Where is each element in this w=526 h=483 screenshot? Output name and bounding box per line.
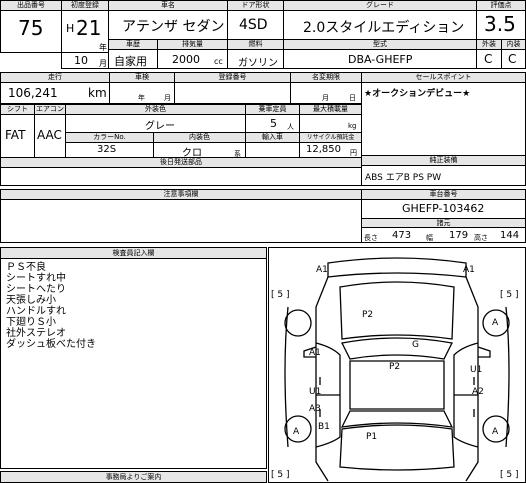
displacement-unit: cc [214,57,223,66]
model: DBA-GHEFP [348,53,413,66]
inspection-year-unit: 年 [138,94,145,102]
mark-a2-right: A2 [472,387,484,397]
later-parts-cell [0,167,362,186]
windshield [341,337,453,360]
name-change-month-unit: 月 [322,94,329,102]
selling-point: ★オークションデビュー★ [364,89,471,99]
wheel-front-left [284,309,312,337]
inspector-note: ダッシュ板べた付き [6,339,96,350]
ext-color: グレー [145,121,175,132]
reg-no-cell [174,82,291,104]
capacity: 5 [270,117,277,130]
width: 179 [449,230,469,241]
inspection-month-unit: 月 [164,94,171,102]
door: 4SD [239,17,268,33]
width-label: 幅 [426,234,433,242]
mileage-unit: km [88,86,107,100]
mark-a-right-rear: A [492,427,499,437]
inspector-note: ハンドルすれ [6,306,66,317]
inspector-note: 天張しみ小 [6,295,56,306]
score: 3.5 [484,12,516,36]
front-bumper [327,257,467,278]
mark-a-left-rear: A [293,427,300,437]
grade: 2.0スタイルエディション [303,20,465,36]
hood-outline [339,281,455,340]
inspector-note: シートすれ中 [6,273,66,284]
color-no: 32S [97,144,117,155]
first-reg-year: 21 [76,16,102,40]
first-reg-month: 10 [74,54,88,67]
mark-a1-top-right: A1 [463,265,475,275]
shift: FAT [5,128,26,142]
office-label: 事務局よりご案内 [0,471,267,483]
mark-p2-roof: P2 [389,362,401,372]
mark-a-right-front: A [492,318,499,328]
bracket-right: [ 5 ] [500,290,519,300]
mark-u1-left: U1 [309,387,322,397]
mark-a1-left-front: A1 [309,348,321,358]
length: 473 [392,230,412,241]
car-name: アテンザ セダン [122,19,225,35]
bracket-bottom-left: [ 5 ] [271,470,290,480]
notes-cell [0,199,362,243]
max-load-unit: kg [348,122,357,130]
usage: 自家用 [114,55,147,68]
import-cell [245,142,300,158]
equipment: ABS エアB PS PW [365,173,442,183]
mark-a1-top-left: A1 [316,265,328,275]
mileage: 106,241 [8,86,58,100]
mark-b1-left: B1 [318,422,330,432]
height: 144 [500,230,520,241]
first-reg-era: H [66,22,75,35]
mark-g-windshield: G [412,340,419,350]
inspector-note: ＰＳ不良 [6,262,46,273]
height-label: 高さ [474,234,488,242]
displacement: 2000 [172,53,200,66]
right-mirror [477,346,491,358]
mark-p2-hood: P2 [362,310,374,320]
int-grade: C [508,52,517,66]
ext-grade: C [484,52,493,66]
ac: AAC [37,128,62,142]
capacity-unit: 人 [287,123,294,131]
inspector-notes: ＰＳ不良 シートすれ中 シートへたり 天張しみ小 ハンドルすれ 下廻りＳ小 社外… [6,262,96,350]
inspector-note: 下廻りＳ小 [6,317,56,328]
chassis-no: GHEFP-103462 [402,202,485,215]
mark-u1-right: U1 [470,365,483,375]
trunk-outline [339,424,455,471]
lot-no: 75 [18,16,44,40]
inspector-note: 社外ステレオ [6,328,66,339]
inspector-note: シートへたり [6,284,66,295]
mark-a3-left: A3 [309,404,321,414]
fuel: ガソリン [238,58,278,69]
recycle-fee: 12,850 [306,144,341,155]
mark-p1-trunk: P1 [366,432,378,442]
length-label: 長さ [364,234,378,242]
name-change-day-unit: 日 [349,94,356,102]
bracket-left: [ 5 ] [271,290,290,300]
first-reg-month-unit: 月 [99,59,107,68]
bracket-bottom-right: [ 5 ] [500,470,519,480]
